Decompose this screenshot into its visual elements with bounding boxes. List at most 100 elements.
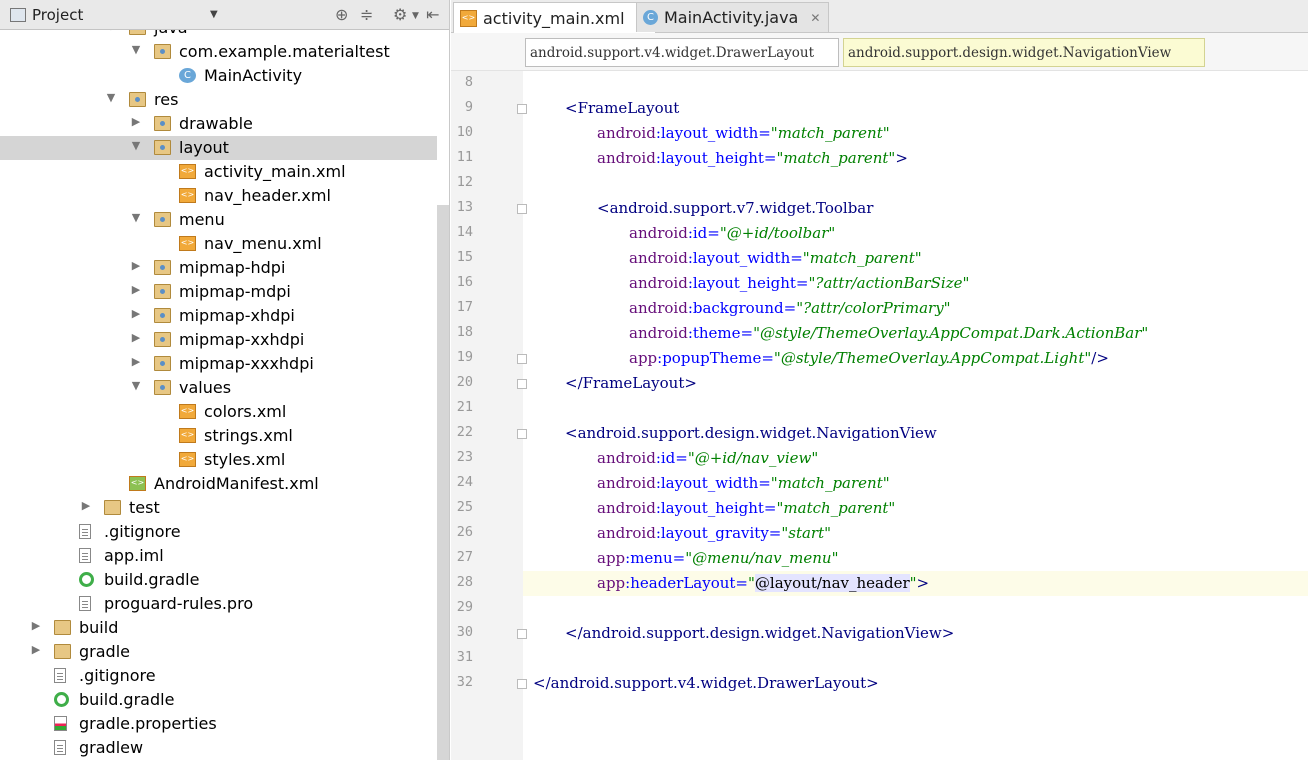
expand-arrow-icon[interactable]: ▼ [130,139,142,152]
tab-label: MainActivity.java [664,8,799,27]
collapse-arrow-icon[interactable]: ▶ [130,307,142,320]
tree-item[interactable]: .gitignore [0,664,437,688]
expand-arrow-icon[interactable]: ▼ [105,30,117,32]
folder-icon [104,500,121,515]
hide-panel-icon[interactable]: ⇤ [426,5,439,24]
tree-item[interactable]: ▶ gradle [0,640,437,664]
tree-item[interactable]: proguard-rules.pro [0,592,437,616]
fold-marker-icon[interactable] [517,204,527,214]
tree-item[interactable]: <> nav_menu.xml [0,232,437,256]
code-token: "match_parent" [776,149,896,167]
gradle-file-icon [54,692,69,707]
tree-item[interactable]: C MainActivity [0,64,437,88]
tree-item-label: values [179,378,232,397]
code-token: "@+id/toolbar" [719,224,836,242]
tree-item-label: mipmap-hdpi [179,258,286,277]
expand-arrow-icon[interactable]: ▼ [130,43,142,56]
folder-icon [154,332,171,347]
tree-item[interactable]: ▶ mipmap-xxhdpi [0,328,437,352]
gradle-file-icon [79,572,94,587]
code-line: app:menu="@menu/nav_menu" [597,546,838,571]
line-number: 26 [456,524,473,540]
fold-marker-icon[interactable] [517,429,527,439]
breadcrumb-item-drawerlayout[interactable]: android.support.v4.widget.DrawerLayout [525,38,839,67]
collapse-all-icon[interactable]: ≑ [360,5,373,24]
project-view-selector[interactable]: Project [10,6,83,24]
tree-item[interactable]: ▶ drawable [0,112,437,136]
tree-item[interactable]: ▼ menu [0,208,437,232]
code-token: app [597,574,626,592]
tree-item[interactable]: <> strings.xml [0,424,437,448]
code-token: :layout_width= [687,249,803,267]
tree-item[interactable]: <> AndroidManifest.xml [0,472,437,496]
xml-file-icon: <> [460,10,477,27]
tree-item[interactable]: gradle.properties [0,712,437,736]
fold-marker-icon[interactable] [517,104,527,114]
tree-item[interactable]: build.gradle [0,568,437,592]
tree-item[interactable]: build.gradle [0,688,437,712]
tree-item[interactable]: app.iml [0,544,437,568]
collapse-arrow-icon[interactable]: ▶ [30,619,42,632]
fold-marker-icon[interactable] [517,629,527,639]
folder-icon [154,116,171,131]
folder-icon [154,284,171,299]
tree-item[interactable]: <> activity_main.xml [0,160,437,184]
tree-item-label: java [154,30,188,37]
code-token: "start" [781,524,832,542]
chevron-down-icon[interactable]: ▼ [210,9,218,20]
gear-icon[interactable]: ⚙ [393,5,407,24]
tree-item[interactable]: ▼ layout [0,136,437,160]
code-line: android:layout_width="match_parent" [597,471,890,496]
code-line: android:layout_height="?attr/actionBarSi… [629,271,969,296]
tree-item[interactable]: ▼ com.example.materialtest [0,40,437,64]
line-number: 22 [456,424,473,440]
tree-item[interactable]: ▶ mipmap-mdpi [0,280,437,304]
collapse-arrow-icon[interactable]: ▶ [130,355,142,368]
tree-item[interactable]: gradlew [0,736,437,760]
collapse-arrow-icon[interactable]: ▶ [130,259,142,272]
fold-marker-icon[interactable] [517,679,527,689]
tree-item[interactable]: ▶ mipmap-hdpi [0,256,437,280]
collapse-arrow-icon[interactable]: ▶ [130,283,142,296]
collapse-arrow-icon[interactable]: ▶ [130,115,142,128]
code-token: :layout_height= [655,499,777,517]
collapse-arrow-icon[interactable]: ▶ [80,499,92,512]
fold-marker-icon[interactable] [517,379,527,389]
tree-item-label: nav_header.xml [204,186,331,205]
fold-marker-icon[interactable] [517,354,527,364]
tree-item-label: MainActivity [204,66,303,85]
scroll-from-source-icon[interactable]: ⊕ [335,5,348,24]
tree-item[interactable]: ▶ mipmap-xxxhdpi [0,352,437,376]
tree-item[interactable]: .gitignore [0,520,437,544]
expand-arrow-icon[interactable]: ▼ [130,379,142,392]
breadcrumb-item-navigationview[interactable]: android.support.design.widget.Navigation… [843,38,1205,67]
line-number: 32 [456,674,473,690]
tree-item[interactable]: ▶ build [0,616,437,640]
collapse-arrow-icon[interactable]: ▶ [130,331,142,344]
tree-item[interactable]: ▶ mipmap-xhdpi [0,304,437,328]
code-token: android [629,274,688,292]
tree-item[interactable]: ▼ values [0,376,437,400]
expand-arrow-icon[interactable]: ▼ [105,91,117,104]
close-icon[interactable]: ✕ [810,11,820,25]
collapse-arrow-icon[interactable]: ▶ [30,643,42,656]
tab-activity-main-xml[interactable]: <> activity_main.xml ✕ [453,2,656,34]
tree-item[interactable]: ▶ test [0,496,437,520]
tree-item[interactable]: <> nav_header.xml [0,184,437,208]
xml-file-icon: <> [179,236,196,251]
code-token: "match_parent" [802,249,922,267]
tree-item[interactable]: ▼ res [0,88,437,112]
code-token: android [597,474,656,492]
tree-item[interactable]: ▼ java [0,30,437,40]
tree-item[interactable]: <> colors.xml [0,400,437,424]
tree-item-label: proguard-rules.pro [104,594,254,613]
xml-file-icon: <> [179,428,196,443]
scrollbar[interactable] [437,205,449,760]
tab-mainactivity-java[interactable]: C MainActivity.java ✕ [636,2,830,32]
code-token: @layout/nav_header [754,574,910,592]
tree-item[interactable]: <> styles.xml [0,448,437,472]
gear-dropdown-icon[interactable]: ▼ [412,11,419,21]
code-token: "@menu/nav_menu" [685,549,839,567]
line-number: 25 [456,499,473,515]
expand-arrow-icon[interactable]: ▼ [130,211,142,224]
